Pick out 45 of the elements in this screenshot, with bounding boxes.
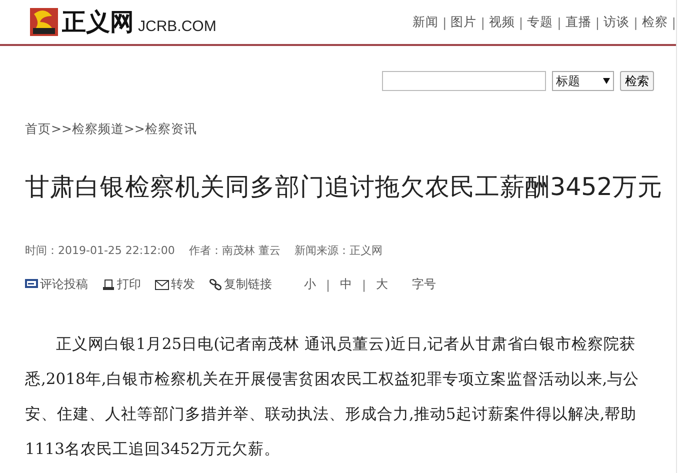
category-select[interactable]: 标题	[552, 71, 614, 91]
article-tool-link[interactable]: 转发	[155, 276, 195, 293]
envelope-icon	[155, 280, 169, 290]
search-field[interactable]	[382, 71, 546, 91]
font-size-separator: |	[326, 278, 330, 292]
breadcrumb-separator: >>	[124, 121, 145, 138]
article-meta: 作者：南茂林 董云	[188, 243, 280, 258]
search-button[interactable]: 检索	[620, 71, 654, 91]
nav-separator: |	[634, 14, 638, 30]
article-tool-link[interactable]: 复制链接	[209, 276, 272, 293]
article-paragraph: 正义网白银1月25日电(记者南茂林 通讯员董云)近日,记者从甘肃省白银市检察院获悉,2018年,白银市检察机关在开展侵害贫困农民工权益犯罪专项立案监督活动以来,与公安、住建、人社等部门多措并举、联动执法、形成合力,推动5起讨薪案件得以解决,帮助1113名农民工追回3452万元欠薪。	[25, 334, 640, 460]
article-meta: 新闻来源：正义网	[294, 243, 382, 258]
font-size-link[interactable]: 小	[304, 276, 316, 293]
dropdown-caret-icon	[603, 78, 610, 84]
nav-separator: |	[442, 14, 447, 30]
nav-separator: |	[672, 14, 676, 30]
nav-link[interactable]: 新闻	[408, 14, 442, 30]
font-size-label: 字号	[412, 276, 436, 293]
nav-link[interactable]: 访谈	[600, 14, 634, 30]
nav-link[interactable]: 直播	[561, 14, 596, 30]
article-meta: 时间：2019-01-25 22:12:00	[25, 243, 175, 258]
nav-separator: |	[518, 14, 524, 30]
article-tool-link[interactable]: 打印	[102, 276, 141, 293]
breadcrumb-link[interactable]: 首页	[25, 121, 51, 138]
font-size-link[interactable]: 大	[376, 276, 388, 293]
nav-link[interactable]: 视频	[484, 14, 519, 30]
breadcrumb-separator: >>	[51, 121, 72, 138]
breadcrumb-link[interactable]: 检察频道	[72, 121, 124, 138]
nav-link[interactable]: 图片	[446, 14, 481, 30]
nav-separator: |	[557, 14, 562, 30]
comment-icon	[25, 279, 38, 290]
nav-link[interactable]: 专题	[523, 14, 558, 30]
article-tool-link[interactable]: 评论投稿	[25, 276, 88, 293]
logo-icon	[30, 8, 58, 36]
logo-domain: JCRB.COM	[138, 18, 216, 34]
font-size-separator: |	[362, 278, 366, 292]
printer-icon	[102, 278, 115, 290]
nav-separator: |	[480, 14, 485, 30]
nav-link[interactable]: 检察	[638, 14, 672, 30]
breadcrumb-link[interactable]: 检察资讯	[144, 121, 197, 138]
chain-link-icon	[209, 278, 222, 290]
nav-separator: |	[595, 14, 600, 30]
font-size-link[interactable]: 中	[340, 276, 352, 293]
logo-name: 正义网	[62, 6, 134, 38]
article-title: 甘肃白银检察机关同多部门追讨拖欠农民工薪酬3452万元	[25, 171, 664, 203]
